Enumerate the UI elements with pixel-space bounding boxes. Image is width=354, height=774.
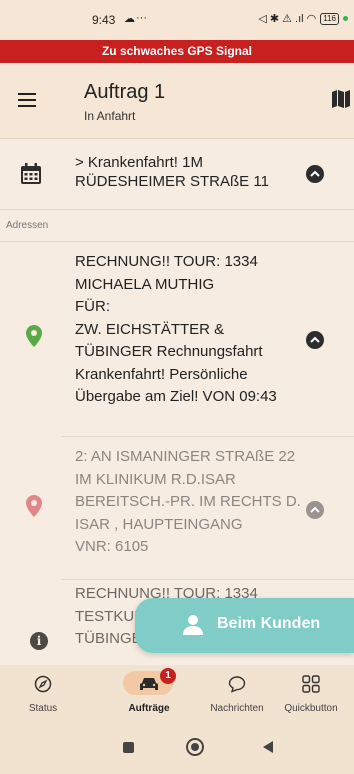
- address-text: 2: AN ISMANINGER STRAßE 22 IM KLINIKUM R…: [75, 446, 330, 559]
- page-title: Auftrag 1: [84, 81, 166, 103]
- nav-label-quickbuttons: Quickbutton: [284, 703, 338, 714]
- more-notifications-icon: ···: [136, 12, 147, 24]
- address-item-start[interactable]: RECHNUNG!! TOUR: 1334 MICHAELA MUTHIG FÜ…: [0, 242, 354, 436]
- beim-kunden-button[interactable]: Beim Kunden: [135, 598, 354, 653]
- order-status: In Anfahrt: [84, 109, 136, 123]
- nav-item-quickbuttons[interactable]: Quickbutton: [268, 665, 354, 721]
- address-line: Krankenfahrt! Persönliche: [75, 365, 248, 383]
- chevron-up-icon[interactable]: [306, 331, 324, 349]
- gps-warning-banner: Zu schwaches GPS Signal: [0, 40, 354, 63]
- orders-count-badge: 1: [160, 668, 176, 684]
- chevron-up-icon[interactable]: [306, 165, 324, 183]
- camera-in-use-dot-icon: [343, 16, 348, 21]
- nav-item-orders[interactable]: Aufträge: [106, 665, 192, 721]
- appointment-line-1: > Krankenfahrt! 1M: [75, 154, 203, 171]
- nav-item-status[interactable]: Status: [0, 665, 86, 721]
- home-icon[interactable]: [186, 738, 204, 756]
- appointment-text: > Krankenfahrt! 1M RÜDESHEIMER STRAßE 11: [75, 153, 315, 191]
- address-line: RECHNUNG!! TOUR: 1334: [75, 253, 258, 270]
- recent-apps-icon[interactable]: [123, 742, 134, 753]
- address-text: RECHNUNG!! TOUR: 1334 MICHAELA MUTHIG FÜ…: [75, 251, 330, 409]
- divider: [0, 209, 354, 210]
- map-pin-icon: [26, 495, 42, 522]
- system-navigation-bar: [0, 721, 354, 774]
- address-line: MICHAELA MUTHIG: [75, 275, 215, 293]
- back-icon[interactable]: [263, 741, 273, 753]
- beim-kunden-label: Beim Kunden: [217, 615, 321, 632]
- calendar-icon: [20, 163, 42, 190]
- nav-label-status: Status: [28, 703, 58, 714]
- address-line: FÜR:: [75, 298, 110, 315]
- chevron-up-icon[interactable]: [306, 501, 324, 519]
- info-icon: i: [30, 632, 48, 650]
- person-icon: [182, 614, 204, 641]
- address-line: BEREITSCH.-PR. IM RECHTS D.: [75, 493, 301, 510]
- cloud-icon: ☁: [124, 13, 135, 25]
- chat-bubble-icon: [228, 675, 246, 698]
- address-line: TÜBINGER Rechnungsfahrt: [75, 343, 263, 360]
- status-bar: 9:43 ☁ ··· ◁ ✱ ⚠ .ıl ◠ 116: [0, 0, 354, 40]
- grid-icon: [302, 675, 320, 698]
- compass-icon: [34, 675, 52, 698]
- menu-icon[interactable]: [18, 93, 36, 107]
- status-indicators-icon: ◁ ✱ ⚠ .ıl ◠: [258, 13, 317, 25]
- address-line: VNR: 6105: [75, 538, 149, 555]
- address-line: ZW. EICHSTÄTTER &: [75, 320, 225, 338]
- address-line: IM KLINIKUM R.D.ISAR: [75, 470, 236, 488]
- app-header: Auftrag 1 In Anfahrt: [0, 63, 354, 139]
- appointment-line-2: RÜDESHEIMER STRAßE 11: [75, 173, 269, 190]
- nav-label-orders: Aufträge: [128, 703, 170, 714]
- map-pin-icon: [26, 325, 42, 352]
- bottom-navigation: Status Aufträge 1 Nachrichten Quickbutto…: [0, 665, 354, 721]
- section-label-addresses: Adressen: [6, 220, 49, 231]
- map-icon[interactable]: [331, 89, 351, 114]
- appointment-row[interactable]: > Krankenfahrt! 1M RÜDESHEIMER STRAßE 11: [0, 139, 354, 209]
- battery-icon: 116: [320, 12, 339, 25]
- status-time: 9:43: [92, 13, 116, 27]
- address-line: Übergabe am Ziel! VON 09:43: [75, 388, 277, 405]
- car-icon: [139, 676, 159, 697]
- address-line: 2: AN ISMANINGER STRAßE 22: [75, 448, 296, 465]
- status-icons: ◁ ✱ ⚠ .ıl ◠ 116: [258, 12, 348, 25]
- address-item-destination[interactable]: 2: AN ISMANINGER STRAßE 22 IM KLINIKUM R…: [0, 437, 354, 579]
- address-line: ISAR , HAUPTEINGANG: [75, 515, 243, 533]
